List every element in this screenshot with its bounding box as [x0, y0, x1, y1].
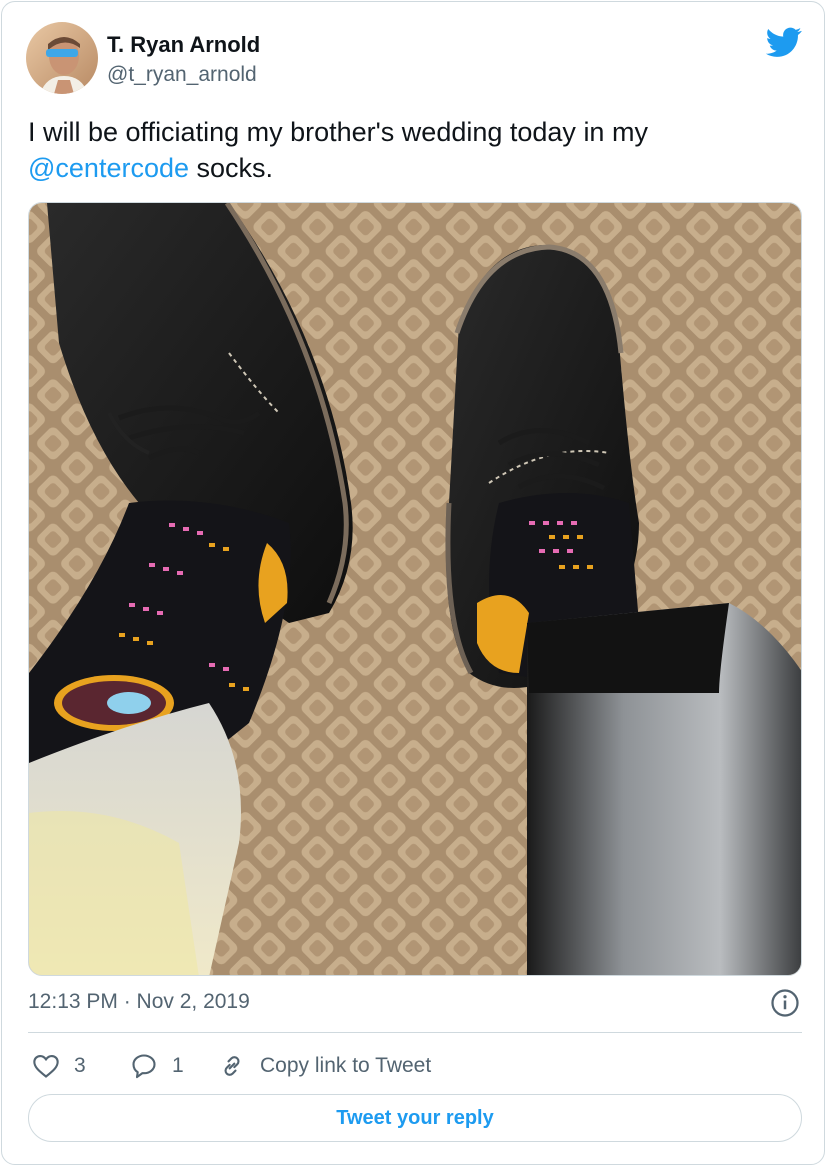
tweet-actions: 3 1 Copy link to Tweet: [28, 1048, 802, 1084]
author-name[interactable]: T. Ryan Arnold: [107, 32, 260, 58]
copy-link-button[interactable]: Copy link to Tweet: [218, 1048, 431, 1084]
tweet-photo[interactable]: [28, 202, 802, 976]
tweet-meta: 12:13 PM · Nov 2, 2019: [28, 988, 802, 1018]
tweet-text-before: I will be officiating my brother's weddi…: [28, 117, 648, 147]
like-button[interactable]: 3: [32, 1048, 86, 1084]
link-icon: [224, 1056, 240, 1076]
avatar[interactable]: [26, 22, 98, 94]
speech-bubble-icon: [132, 1054, 156, 1079]
avatar-image: [26, 22, 98, 94]
like-count: 3: [74, 1054, 86, 1077]
info-icon[interactable]: [770, 988, 800, 1018]
divider: [28, 1032, 802, 1033]
heart-icon: [33, 1055, 59, 1078]
photo-shoes-and-socks: [29, 203, 801, 975]
tweet-text: I will be officiating my brother's weddi…: [28, 114, 798, 186]
tweet-timestamp[interactable]: 12:13 PM · Nov 2, 2019: [28, 990, 250, 1014]
tweet-your-reply-button[interactable]: Tweet your reply: [28, 1094, 802, 1142]
copy-link-label: Copy link to Tweet: [260, 1054, 432, 1077]
tweet-header: T. Ryan Arnold @t_ryan_arnold: [26, 22, 806, 94]
mention-link[interactable]: @centercode: [28, 153, 189, 183]
tweet-text-after: socks.: [189, 153, 274, 183]
author-handle[interactable]: @t_ryan_arnold: [107, 63, 257, 87]
reply-count: 1: [172, 1054, 184, 1077]
tweet-card: T. Ryan Arnold @t_ryan_arnold I will be …: [1, 1, 825, 1165]
reply-button[interactable]: 1: [130, 1048, 184, 1084]
twitter-bird-icon[interactable]: [766, 24, 802, 60]
